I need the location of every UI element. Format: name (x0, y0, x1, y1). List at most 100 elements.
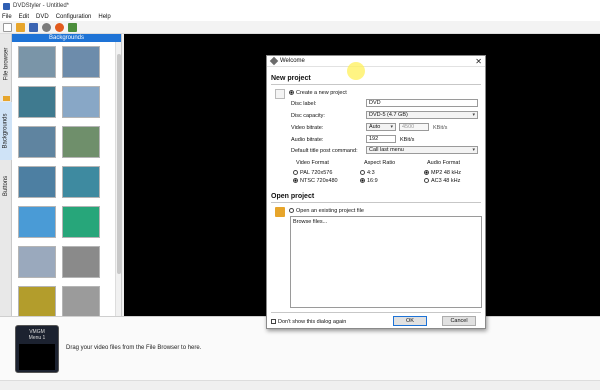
video-bitrate-mode: Auto (369, 124, 381, 130)
list-item[interactable]: Browse files... (293, 219, 479, 225)
audio-ac3[interactable]: AC3 48 kHz (424, 178, 460, 184)
thumbnail[interactable] (18, 126, 56, 158)
sidebar-tabs: File browser Backgrounds Buttons (0, 34, 12, 316)
create-new-label: Create a new project (296, 90, 347, 96)
disc-capacity-value: DVD-5 (4.7 GB) (369, 112, 408, 118)
thumbnail[interactable] (18, 246, 56, 278)
dont-show-option[interactable]: Don't show this dialog again (271, 319, 346, 325)
video-format-pal[interactable]: PAL 720x576 (293, 170, 332, 176)
mp2-label: MP2 48 kHz (431, 170, 461, 176)
menu-configuration[interactable]: Configuration (56, 14, 92, 20)
open-existing-option[interactable]: Open an existing project file (289, 208, 364, 214)
new-icon[interactable] (3, 22, 12, 32)
audio-bitrate-label: Audio bitrate: (291, 137, 324, 143)
ntsc-radio[interactable] (293, 178, 298, 184)
ok-button[interactable]: OK (393, 316, 427, 326)
video-bitrate-field[interactable]: 4500 (399, 123, 429, 131)
chevron-down-icon: ▾ (472, 112, 475, 118)
cancel-button[interactable]: Cancel (442, 316, 476, 326)
thumbnail[interactable] (62, 246, 100, 278)
open-existing-label: Open an existing project file (296, 208, 364, 214)
aspect-16-9-radio[interactable] (360, 178, 365, 184)
disc-capacity-select[interactable]: DVD-5 (4.7 GB) ▾ (366, 111, 478, 119)
open-icon[interactable] (16, 22, 25, 32)
disc-label-label: Disc label: (291, 101, 317, 107)
thumbnail[interactable] (18, 206, 56, 238)
thumbnail[interactable] (62, 166, 100, 198)
video-format-ntsc[interactable]: NTSC 720x480 (293, 178, 338, 184)
save-icon[interactable] (29, 22, 38, 32)
create-new-radio[interactable] (289, 90, 294, 96)
chevron-down-icon: ▾ (472, 147, 475, 153)
aspect-4-3-radio[interactable] (360, 170, 365, 176)
panel-scrollbar[interactable] (115, 42, 121, 316)
audio-bitrate-unit: KBit/s (400, 137, 415, 143)
aspect-ratio-heading: Aspect Ratio (364, 160, 396, 166)
pal-radio[interactable] (293, 170, 298, 176)
video-bitrate-label: Video bitrate: (291, 125, 324, 131)
menu-help[interactable]: Help (98, 14, 110, 20)
aspect-16-9-label: 16:9 (367, 178, 378, 184)
settings-icon[interactable] (42, 22, 51, 32)
tab-file-browser[interactable]: File browser (0, 34, 12, 94)
tab-buttons-label: Buttons (3, 175, 10, 197)
create-new-option[interactable]: Create a new project (289, 90, 347, 96)
thumbnail[interactable] (62, 206, 100, 238)
ntsc-label: NTSC 720x480 (300, 178, 338, 184)
folder-open-icon (275, 207, 285, 217)
burn-icon[interactable] (55, 22, 64, 32)
aspect-4-3[interactable]: 4:3 (360, 170, 375, 176)
aspect-4-3-label: 4:3 (367, 170, 375, 176)
menu-file[interactable]: File (2, 14, 12, 20)
ac3-radio[interactable] (424, 178, 429, 184)
recent-projects-list[interactable]: Browse files... (290, 216, 482, 308)
window-title: DVDStyler - Untitled* (13, 3, 70, 9)
dialog-title: Welcome (280, 58, 305, 64)
divider (271, 312, 481, 313)
audio-format-heading: Audio Format (427, 160, 461, 166)
tab-buttons[interactable]: Buttons (0, 160, 12, 212)
disc-capacity-label: Disc capacity: (291, 113, 325, 119)
thumbnail[interactable] (62, 286, 100, 316)
close-icon[interactable]: ✕ (475, 57, 482, 66)
menu-label: Menu 1 (28, 335, 46, 341)
thumbnail[interactable] (62, 46, 100, 78)
chevron-down-icon: ▾ (390, 124, 393, 130)
scrollbar-thumb[interactable] (117, 54, 121, 274)
menu-edit[interactable]: Edit (19, 14, 29, 20)
audio-bitrate-field[interactable]: 192 (366, 135, 396, 143)
dropdown-icon[interactable] (68, 22, 77, 32)
tab-backgrounds[interactable]: Backgrounds (0, 102, 12, 160)
panel-title: Backgrounds (12, 34, 121, 42)
menu-dvd[interactable]: DVD (36, 14, 49, 20)
thumbnail[interactable] (18, 286, 56, 316)
tab-file-browser-label: File browser (3, 47, 9, 81)
open-existing-radio[interactable] (289, 208, 294, 214)
new-project-heading: New project (271, 75, 311, 82)
aspect-16-9[interactable]: 16:9 (360, 178, 378, 184)
folder-icon (0, 94, 12, 102)
menu-preview (19, 344, 55, 370)
thumbnail[interactable] (18, 46, 56, 78)
toolbar (0, 21, 600, 34)
post-command-select[interactable]: Call last menu ▾ (366, 146, 478, 154)
thumbnail[interactable] (62, 126, 100, 158)
thumbnail[interactable] (18, 86, 56, 118)
post-command-label: Default title post command: (291, 148, 358, 154)
video-bitrate-mode-select[interactable]: Auto ▾ (366, 123, 396, 131)
new-document-icon (275, 89, 285, 99)
dont-show-checkbox[interactable] (271, 319, 276, 325)
disc-label-field[interactable]: DVD (366, 99, 478, 107)
welcome-dialog: Welcome ✕ New project Create a new proje… (266, 55, 486, 329)
menu-thumbnail[interactable]: VMGM Menu 1 (15, 325, 59, 373)
video-format-heading: Video Format (296, 160, 329, 166)
mp2-radio[interactable] (424, 170, 429, 176)
thumbnail[interactable] (62, 86, 100, 118)
audio-mp2[interactable]: MP2 48 kHz (424, 170, 461, 176)
ac3-label: AC3 48 kHz (431, 178, 461, 184)
divider (271, 202, 481, 203)
drag-hint: Drag your video files from the File Brow… (66, 345, 202, 351)
window-titlebar: DVDStyler - Untitled* (0, 0, 600, 12)
thumbnail[interactable] (18, 166, 56, 198)
thumbnail-grid (12, 42, 116, 316)
